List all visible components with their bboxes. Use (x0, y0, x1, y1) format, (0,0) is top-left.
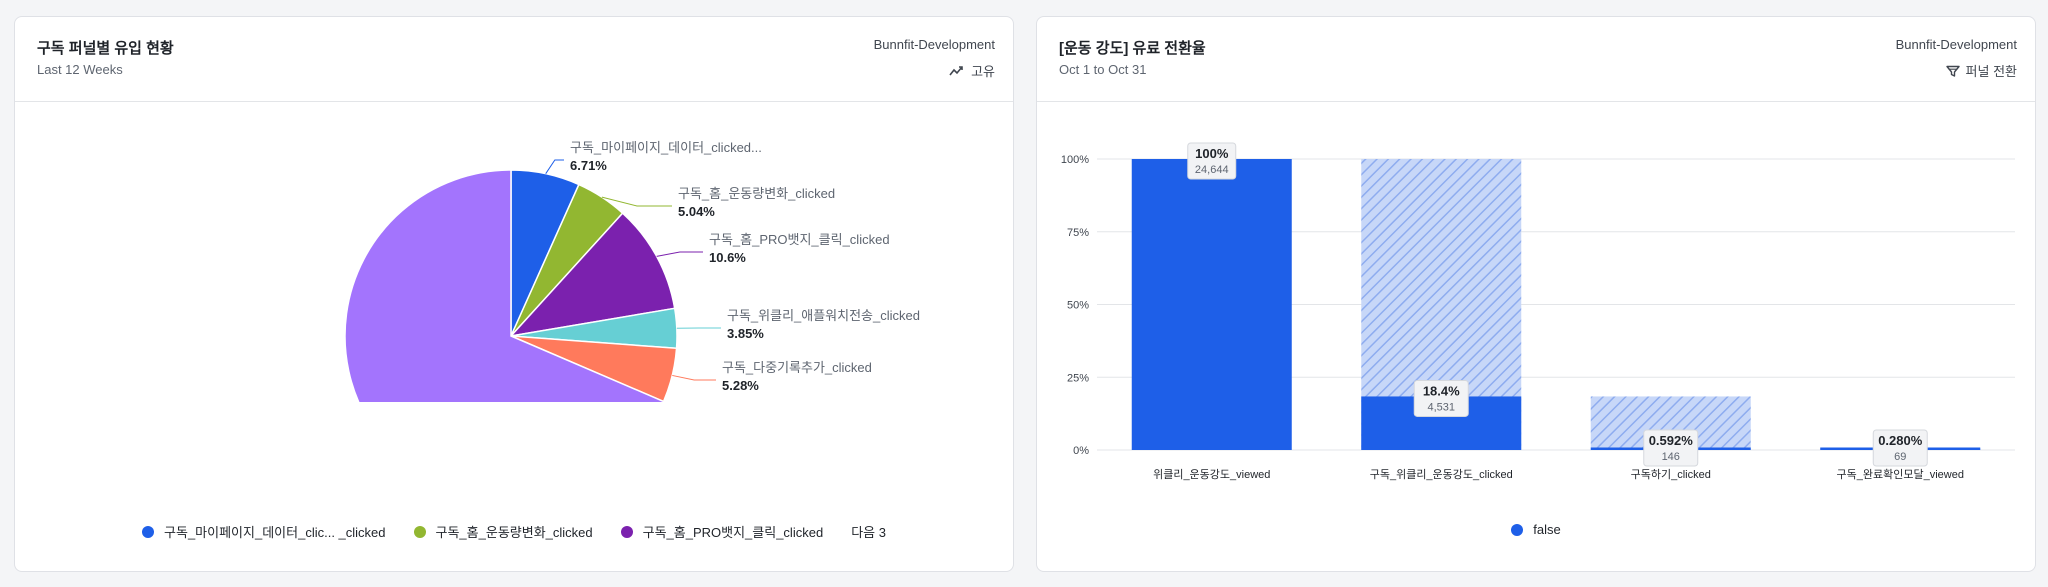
bar-count-label: 146 (1662, 451, 1680, 463)
y-tick-label: 50% (1067, 300, 1089, 312)
legend-label: 구독_홈_운동량변화_clicked (435, 525, 593, 540)
pie-slice-value: 10.6% (709, 250, 746, 265)
funnel-icon (1945, 65, 1960, 77)
legend-item[interactable]: false (1511, 522, 1561, 537)
bar-percent-label: 0.592% (1649, 433, 1694, 448)
project-name: Bunnfit-Development (873, 37, 995, 52)
bar-count-label: 4,531 (1427, 401, 1455, 413)
legend-label: false (1533, 522, 1561, 537)
funnel-chart-card: [운동 강도] 유료 전환율 Oct 1 to Oct 31 Bunnfit-D… (1036, 16, 2036, 572)
metric-mode-label: 퍼널 전환 (1965, 64, 2017, 79)
trend-line-icon (949, 65, 963, 75)
conversion-bar[interactable] (1131, 159, 1292, 450)
x-tick-label: 구독_완료확인모달_viewed (1837, 468, 1964, 481)
pie-legend: 구독_마이페이지_데이터_clic... _clicked 구독_홈_운동량변화… (15, 522, 1013, 541)
y-tick-label: 100% (1061, 154, 1089, 166)
x-tick-label: 위클리_운동강도_viewed (1153, 468, 1270, 481)
pie-slice-label: 구독_마이페이지_데이터_clicked... (570, 140, 762, 155)
card-title[interactable]: 구독 퍼널별 유입 현황 (37, 37, 174, 58)
pie-slice-value: 5.28% (722, 378, 759, 393)
metric-mode-label: 고유 (971, 64, 995, 79)
pie-leader-line (672, 374, 716, 381)
pie-slice-value: 3.85% (727, 326, 764, 341)
bar-count-label: 24,644 (1195, 164, 1229, 176)
legend-color-dot (413, 525, 426, 538)
legend-item[interactable]: 구독_홈_운동량변화_clicked (413, 522, 593, 541)
funnel-legend: false (1037, 522, 2035, 537)
pie-chart-card: 구독 퍼널별 유입 현황 Last 12 Weeks Bunnfit-Devel… (14, 16, 1014, 572)
pie-slice-value: 5.04% (678, 204, 715, 219)
legend-color-dot (1511, 523, 1524, 536)
legend-label: 구독_마이페이지_데이터_clic... _clicked (164, 525, 386, 540)
card-header: [운동 강도] 유료 전환율 Oct 1 to Oct 31 Bunnfit-D… (1037, 17, 2035, 102)
pie-slice-label: 구독_다중기록추가_clicked (722, 360, 872, 375)
bar-percent-label: 100% (1195, 146, 1229, 161)
x-tick-label: 구독_위클리_운동강도_clicked (1370, 468, 1513, 481)
bar-percent-label: 18.4% (1423, 383, 1460, 398)
legend-color-dot (142, 525, 155, 538)
legend-item[interactable]: 구독_홈_PRO뱃지_클릭_clicked (620, 522, 824, 541)
pie-chart-area: 구독_마이페이지_데이터_clicked... 6.71% 구독_홈_운동량변화_c… (15, 102, 1013, 571)
pie-slice-value: 6.71% (570, 158, 607, 173)
pie-slices (344, 169, 678, 402)
bar-percent-label: 0.280% (1878, 433, 1923, 448)
card-header: 구독 퍼널별 유입 현황 Last 12 Weeks Bunnfit-Devel… (15, 17, 1013, 102)
funnel-chart-area: 0% 25% 50% 75% 100% 100% 24,644 위클리_운동강도_viewed… (1037, 102, 2035, 571)
card-date-range: Oct 1 to Oct 31 (1059, 62, 1147, 77)
pie-slice-label: 구독_홈_운동량변화_clicked (678, 186, 835, 201)
y-tick-label: 25% (1067, 372, 1089, 384)
pie-slice-label: 구독_홈_PRO뱃지_클릭_clicked (709, 232, 890, 247)
legend-item[interactable]: 구독_마이페이지_데이터_clic... _clicked (142, 522, 386, 541)
pie-slice-label: 구독_위클리_애플워치전송_clicked (727, 308, 920, 323)
legend-color-dot (620, 525, 633, 538)
y-tick-label: 0% (1073, 445, 1089, 457)
funnel-bar-chart: 0% 25% 50% 75% 100% 100% 24,644 위클리_운동강도_viewed… (1061, 142, 2015, 481)
pie-leader-line (656, 251, 703, 257)
card-date-range: Last 12 Weeks (37, 62, 123, 77)
bar-count-label: 69 (1894, 451, 1906, 463)
metric-mode-toggle[interactable]: 고유 (949, 61, 995, 80)
project-name: Bunnfit-Development (1895, 37, 2017, 52)
pie-leader-line (545, 159, 564, 174)
pie-chart: 구독_마이페이지_데이터_clicked... 6.71% 구독_홈_운동량변화_c… (344, 140, 920, 402)
bars: 100% 24,644 위클리_운동강도_viewed 18.4% 4,531 구독_위클… (1131, 142, 1981, 481)
x-tick-label: 구독하기_clicked (1631, 467, 1711, 481)
metric-mode-toggle[interactable]: 퍼널 전환 (1945, 61, 2017, 80)
card-title[interactable]: [운동 강도] 유료 전환율 (1059, 37, 1206, 58)
legend-label: 구독_홈_PRO뱃지_클릭_clicked (642, 525, 824, 540)
y-tick-label: 75% (1067, 227, 1089, 239)
legend-more-button[interactable]: 다음 3 (851, 522, 886, 541)
